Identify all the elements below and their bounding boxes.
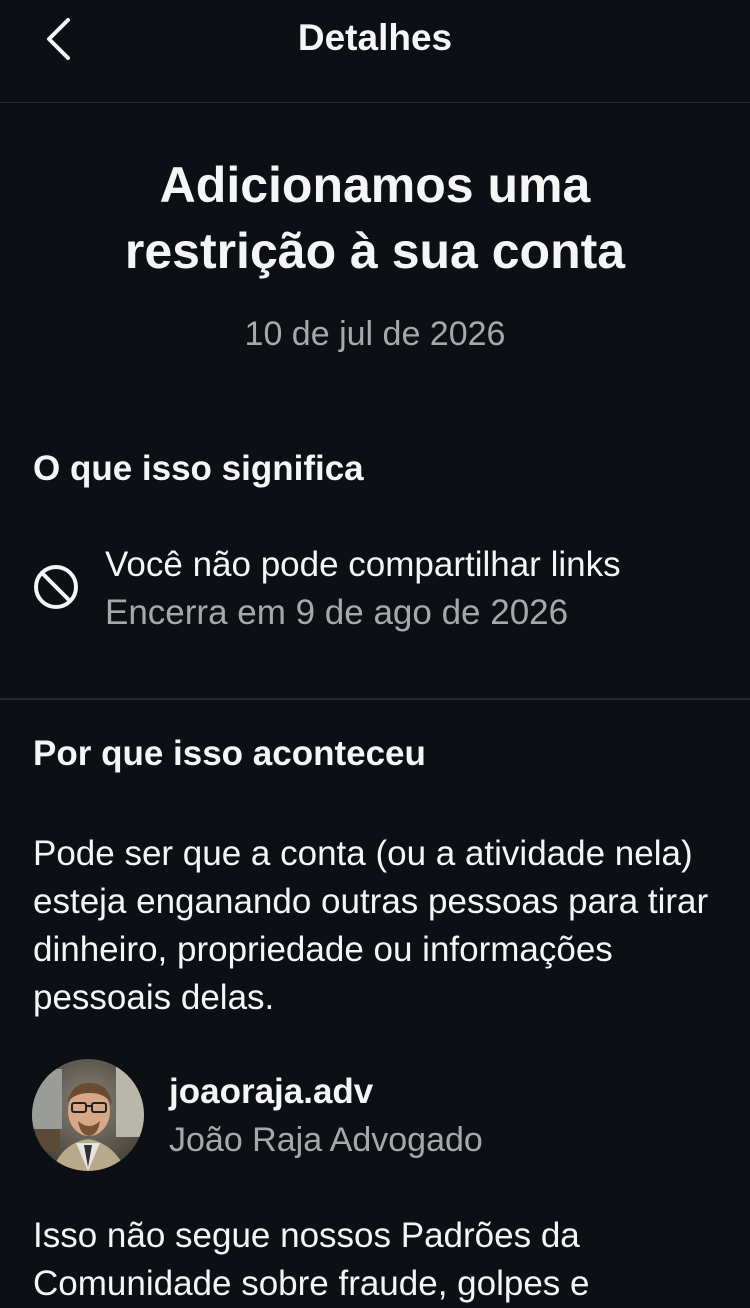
meaning-heading: O que isso significa [33,449,364,488]
restriction-title: Você não pode compartilhar links [105,545,621,584]
profile-photo [32,1059,144,1171]
community-standards-text: Isso não segue nossos Padrões da Comunid… [33,1216,590,1303]
avatar[interactable] [32,1059,144,1171]
top-bar: Detalhes [0,0,750,103]
restriction-end-date: Encerra em 9 de ago de 2026 [105,593,569,632]
restriction-date: 10 de jul de 2026 [244,315,506,353]
prohibited-icon [34,565,78,609]
reason-heading: Por que isso aconteceu [33,734,426,773]
account-full-name: João Raja Advogado [169,1121,483,1159]
reason-description: Pode ser que a conta (ou a atividade nel… [33,834,709,1017]
page-title: Detalhes [297,17,453,58]
restriction-headline: Adicionamos uma restrição à sua conta [124,157,626,279]
account-username[interactable]: joaoraja.adv [169,1069,373,1115]
section-divider [0,698,750,700]
